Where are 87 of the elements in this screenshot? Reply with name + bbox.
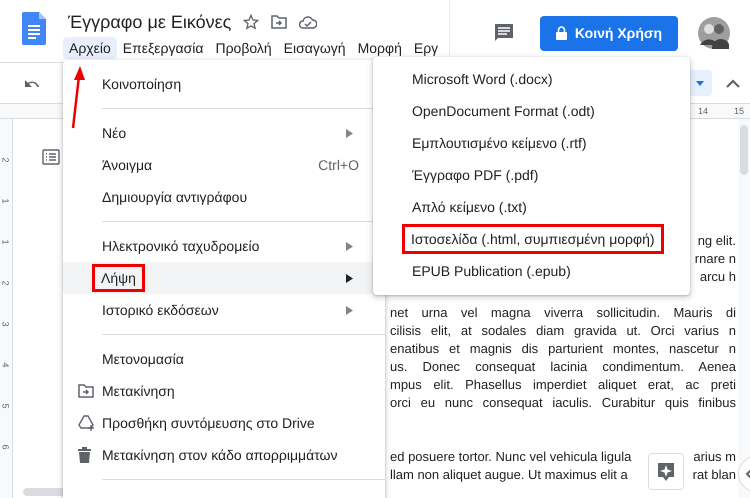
menu-tab[interactable]: Προβολή — [209, 37, 278, 59]
menu-item-label: Ιστορικό εκδόσεων — [102, 302, 219, 318]
submenu-item[interactable]: OpenDocument Format (.odt) — [373, 95, 690, 127]
menu-item[interactable]: Μετακίνηση — [63, 375, 373, 407]
body-text: cilisis elit, at sodales diam gravida ut. Orci varius n — [390, 322, 736, 340]
menu-tab[interactable]: Επεξεργασία — [116, 37, 210, 59]
ruler-label: 6 — [1, 444, 11, 450]
undo-icon[interactable] — [24, 78, 40, 88]
menu-tab[interactable]: Μορφή — [352, 37, 408, 59]
ruler-label: 1 — [1, 198, 11, 204]
menu-item-label: Δημιουργία αντιγράφου — [102, 189, 248, 205]
body-text: enatibus et magnis dis parturient montes, nascetur n — [390, 340, 736, 358]
submenu-item[interactable]: EPUB Publication (.epub) — [373, 255, 690, 287]
star-icon[interactable] — [243, 14, 260, 30]
submenu-item-label: OpenDocument Format (.odt) — [412, 103, 595, 119]
highlighted-label: Λήψη — [95, 267, 142, 289]
dropdown-button[interactable] — [688, 70, 712, 96]
ruler-label: 2 — [1, 280, 11, 286]
submenu-item-label: Microsoft Word (.docx) — [412, 71, 553, 87]
annotation-arrow — [72, 66, 85, 128]
menu-item[interactable]: Ηλεκτρονικό ταχυδρομείο — [63, 230, 373, 262]
submenu-item-label: Απλό κείμενο (.txt) — [412, 199, 527, 215]
menu-item[interactable]: Ιστορικό εκδόσεων — [63, 294, 373, 326]
submenu-item-label: Εμπλουτισμένο κείμενο (.rtf) — [412, 135, 587, 151]
menu-item-label: Ηλεκτρονικό ταχυδρομείο — [102, 238, 260, 254]
cloud-icon[interactable] — [299, 16, 318, 28]
folder-move-icon — [78, 384, 94, 398]
submenu-item[interactable]: Εμπλουτισμένο κείμενο (.rtf) — [373, 127, 690, 159]
menu-item[interactable]: Μετονομασία — [63, 343, 373, 375]
body-text: arcu h — [700, 268, 736, 286]
trash-icon — [78, 447, 91, 463]
submenu-item-label: Έγγραφο PDF (.pdf) — [412, 167, 538, 183]
ruler-label: 15 — [734, 106, 744, 116]
ruler-label: 5 — [1, 404, 11, 409]
body-text: net urna vel magna viverra sollicitudin. Mauris di — [390, 304, 736, 322]
ruler-label: 2 — [1, 157, 11, 162]
explore-button[interactable] — [648, 453, 684, 490]
menu-item-label: Άνοιγμα — [102, 157, 152, 173]
menu-item[interactable]: Προσθήκη συντόμευσης στο Drive — [63, 407, 373, 439]
menu-item[interactable]: Μετακίνηση στον κάδο απορριμμάτων — [63, 439, 373, 471]
lock-icon — [556, 26, 567, 40]
menu-tab[interactable]: Αρχείο — [63, 37, 117, 59]
body-text: llam non aliquet augue. Ut maximus elit a — [390, 466, 628, 484]
menu-item-label: Μετονομασία — [102, 351, 184, 367]
menu-tab[interactable]: Εισαγωγή — [278, 37, 352, 59]
chevron-up-icon[interactable] — [726, 78, 740, 88]
folder-move-icon[interactable] — [271, 15, 288, 29]
menu-item-label: Μετακίνηση στον κάδο απορριμμάτων — [102, 447, 338, 463]
scrollbar-thumb[interactable] — [740, 125, 748, 175]
ruler-label: 4 — [1, 362, 11, 368]
body-text: ed posuere tortor. Nunc vel vehicula ligula — [390, 448, 632, 466]
menu-item[interactable]: Λήψη — [63, 262, 373, 294]
menu-item-label: Νέο — [102, 125, 126, 141]
menu-item-label: Προσθήκη συντόμευσης στο Drive — [102, 415, 315, 431]
body-text: ng elit. — [698, 232, 736, 250]
body-text: rnare n — [694, 250, 736, 268]
body-text: arius m — [693, 448, 736, 466]
menu-item[interactable]: Άνοιγμα Ctrl+O — [63, 149, 373, 181]
drive-shortcut-icon — [78, 415, 95, 431]
submenu-item[interactable]: Microsoft Word (.docx) — [373, 63, 690, 95]
submenu-item[interactable]: Έγγραφο PDF (.pdf) — [373, 159, 690, 191]
submenu-item[interactable]: Απλό κείμενο (.txt) — [373, 191, 690, 223]
ruler-label: 1 — [1, 239, 11, 244]
shortcut-text: Ctrl+O — [318, 157, 359, 173]
menu-item[interactable]: Νέο — [63, 117, 373, 149]
ruler-label: 14 — [698, 106, 708, 116]
submenu-item-label: EPUB Publication (.epub) — [412, 263, 571, 279]
share-button[interactable]: Κοινή Χρήση — [540, 16, 678, 50]
menu-tab[interactable]: Εργ — [408, 37, 444, 59]
menu-item-label: Κοινοποίηση — [102, 76, 182, 92]
avatar[interactable] — [698, 17, 730, 49]
menu-item-label: Μετακίνηση — [102, 383, 175, 399]
body-text: rat blan — [692, 466, 736, 484]
menu-item[interactable]: Κοινοποίηση — [63, 68, 373, 100]
comment-icon[interactable] — [494, 23, 514, 43]
body-text: us. Donec consequat lacinia condimentum. Aenea — [390, 358, 736, 376]
body-text: mpus elit. Phasellus imperdiet aliquet erat, ac preti — [390, 376, 736, 394]
caret-icon — [696, 80, 704, 86]
docs-logo[interactable] — [22, 12, 46, 45]
ruler-label: 3 — [1, 322, 11, 327]
highlighted-label: Ιστοσελίδα (.html, συμπιεσμένη μορφή) — [405, 227, 661, 251]
sparkle-icon — [657, 462, 675, 482]
menu-item[interactable]: Δημιουργία αντιγράφου — [63, 181, 373, 213]
body-text: orci eu nunc consequat iaculis. Curabitur quis finibus — [390, 394, 736, 412]
submenu-item[interactable]: Ιστοσελίδα (.html, συμπιεσμένη μορφή) — [373, 223, 690, 255]
outline-icon[interactable] — [42, 149, 60, 165]
document-title[interactable]: Έγγραφο με Εικόνες — [68, 12, 232, 32]
